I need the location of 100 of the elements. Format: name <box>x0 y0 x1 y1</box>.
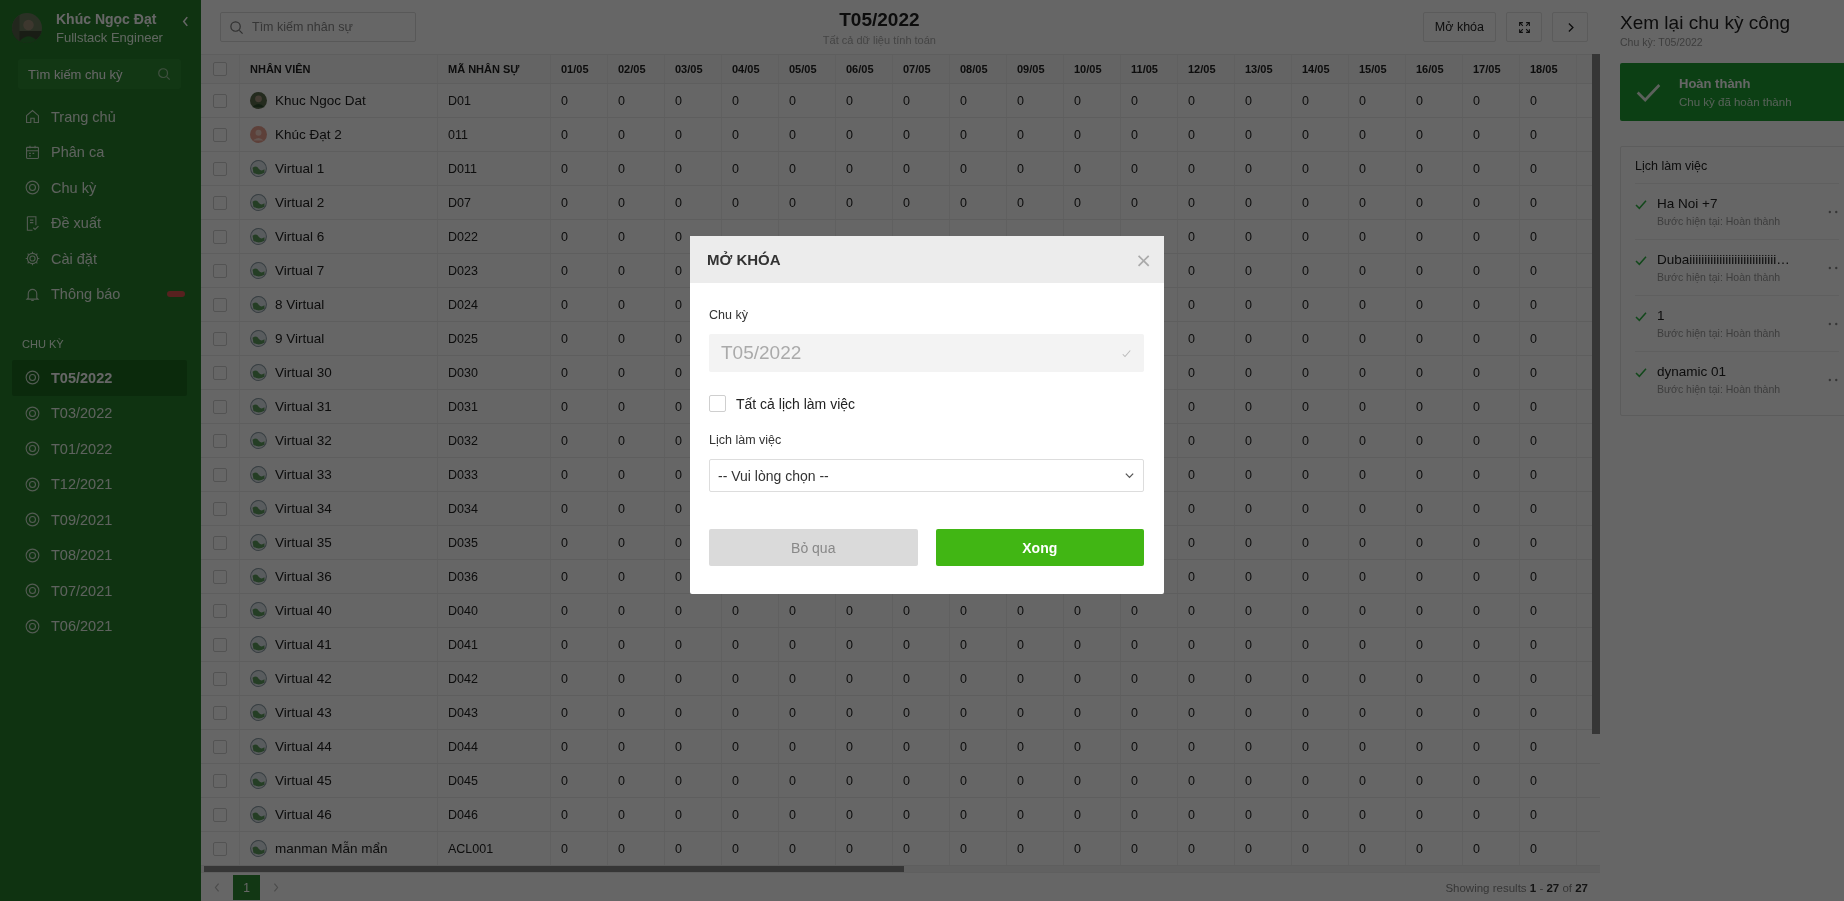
table-cell: D07 <box>448 195 471 210</box>
table-cell: 0 <box>1473 229 1480 244</box>
cycle-item[interactable]: T12/2021 <box>12 466 187 502</box>
fullscreen-icon <box>1517 20 1531 34</box>
table-cell: 0 <box>561 331 568 346</box>
nav-item[interactable]: Đề xuất <box>12 205 187 241</box>
table-cell: 0 <box>1074 841 1081 856</box>
table-cell: 0 <box>1359 331 1366 346</box>
next-button[interactable] <box>1552 12 1588 42</box>
table-cell: 0 <box>1416 773 1423 788</box>
nav-item[interactable]: Cài đặt <box>12 241 187 277</box>
table-cell: 0 <box>1188 501 1195 516</box>
document-icon <box>24 214 41 232</box>
table-cell: 0 <box>1074 705 1081 720</box>
table-cell: 0 <box>675 263 682 278</box>
table-cell: 0 <box>1530 263 1537 278</box>
employee-name: Virtual 36 <box>275 569 332 584</box>
table-cell: 0 <box>1245 365 1252 380</box>
check-icon <box>1636 81 1661 103</box>
nav-item[interactable]: Trang chủ <box>12 99 187 135</box>
checkbox[interactable] <box>709 395 726 412</box>
table-cell: 0 <box>1302 569 1309 584</box>
cycle-item[interactable]: T05/2022 <box>12 360 187 396</box>
table-cell: 0 <box>1188 93 1195 108</box>
table-cell: 0 <box>1359 501 1366 516</box>
table-cell: 0 <box>1416 841 1423 856</box>
table-cell: 0 <box>561 569 568 584</box>
table-cell: 0 <box>903 161 910 176</box>
table-cell: 0 <box>1416 637 1423 652</box>
close-button[interactable]: × <box>1135 247 1152 272</box>
cancel-button[interactable]: Bỏ qua <box>709 529 918 566</box>
table-cell: 0 <box>1530 671 1537 686</box>
table-cell: 0 <box>1359 93 1366 108</box>
table-cell: 0 <box>1530 705 1537 720</box>
nav-item[interactable]: Thông báo <box>12 276 187 312</box>
more-icon[interactable] <box>1828 209 1839 214</box>
table-cell: 0 <box>1188 161 1195 176</box>
table-cell: 0 <box>1530 93 1537 108</box>
nav-item[interactable]: Chu kỳ <box>12 170 187 206</box>
cycle-item[interactable]: T07/2021 <box>12 573 187 609</box>
table-cell: 0 <box>1416 93 1423 108</box>
table-cell: 0 <box>732 93 739 108</box>
table-cell: D031 <box>448 399 478 414</box>
cycle-field[interactable]: T05/2022 <box>709 334 1144 372</box>
table-cell: 0 <box>1416 263 1423 278</box>
table-cell: 0 <box>561 501 568 516</box>
cycle-item[interactable]: T06/2021 <box>12 608 187 644</box>
confirm-button[interactable]: Xong <box>935 529 1144 566</box>
cycle-item[interactable]: T01/2022 <box>12 431 187 467</box>
column-header: 03/05 <box>675 63 703 75</box>
cycle-item[interactable]: T09/2021 <box>12 502 187 538</box>
table-cell: 0 <box>1074 637 1081 652</box>
checkbox-label: Tất cả lịch làm việc <box>736 395 856 412</box>
more-icon[interactable] <box>1828 377 1839 382</box>
table-cell: 0 <box>903 637 910 652</box>
table-cell: D036 <box>448 569 478 584</box>
scrollbar[interactable] <box>1592 54 1600 734</box>
column-header: 08/05 <box>960 63 988 75</box>
table-cell: 0 <box>1416 569 1423 584</box>
table-cell: 0 <box>1302 127 1309 142</box>
table-cell: 0 <box>960 807 967 822</box>
search-field[interactable]: Tìm kiếm chu kỳ <box>18 59 181 89</box>
more-icon[interactable] <box>1828 265 1839 270</box>
table-cell: 0 <box>1302 93 1309 108</box>
table-cell: 0 <box>1530 467 1537 482</box>
more-icon[interactable] <box>1828 321 1839 326</box>
table-cell: 0 <box>1359 229 1366 244</box>
search-icon <box>157 67 171 81</box>
table-cell: 0 <box>1359 127 1366 142</box>
table-cell: D030 <box>448 365 478 380</box>
collapse-icon[interactable] <box>182 15 189 27</box>
table-cell: 0 <box>1359 535 1366 550</box>
unlock-button[interactable]: Mở khóa <box>1422 12 1496 42</box>
table-cell: 0 <box>561 807 568 822</box>
table-cell: 0 <box>1302 773 1309 788</box>
schedule-name: dynamic 01 <box>1657 364 1728 379</box>
table-cell: D01 <box>448 93 471 108</box>
schedule-select[interactable]: -- Vui lòng chọn -- <box>709 459 1144 492</box>
scrollbar[interactable] <box>204 866 904 872</box>
table-cell: 0 <box>1131 603 1138 618</box>
table-cell: 0 <box>1359 569 1366 584</box>
table-cell: D044 <box>448 739 478 754</box>
next-page-icon[interactable] <box>272 882 280 893</box>
previous-page-icon[interactable] <box>213 882 221 893</box>
cycle-item[interactable]: T03/2022 <box>12 395 187 431</box>
table-cell: D045 <box>448 773 478 788</box>
table-cell: 0 <box>1245 161 1252 176</box>
employee-name: Virtual 7 <box>275 263 325 278</box>
nav-item[interactable]: Phân ca <box>12 134 187 170</box>
card-title: Lịch làm việc <box>1635 159 1839 184</box>
table-cell: 0 <box>1245 331 1252 346</box>
table-cell: 0 <box>1188 535 1195 550</box>
table-cell: 0 <box>1074 671 1081 686</box>
table-cell: 0 <box>846 603 853 618</box>
cycle-item[interactable]: T08/2021 <box>12 537 187 573</box>
page-button[interactable]: 1 <box>233 875 260 900</box>
table-cell: 0 <box>1530 739 1537 754</box>
fullscreen-button[interactable] <box>1506 12 1542 42</box>
section-heading: CHU KỲ <box>21 337 65 352</box>
column-header: 06/05 <box>846 63 874 75</box>
